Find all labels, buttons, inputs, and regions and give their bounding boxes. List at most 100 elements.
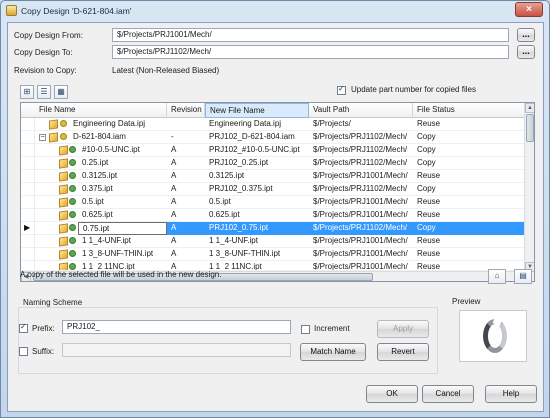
naming-scheme-group (18, 307, 438, 374)
collapse-tree-icon[interactable]: − (39, 134, 46, 141)
vertical-scroll-thumb[interactable] (526, 114, 534, 142)
row-gutter: ▶ (21, 222, 35, 235)
help-button[interactable]: Help (485, 385, 537, 403)
part-icon (59, 249, 68, 260)
ok-button[interactable]: OK (366, 385, 418, 403)
row-gutter (21, 144, 35, 157)
table-row[interactable]: 0.3125.ipt A 0.3125.ipt $/Projects/PRJ1001/… (21, 170, 526, 183)
increment-label: Increment (314, 324, 350, 333)
row-gutter (21, 248, 35, 261)
row-gutter (21, 183, 35, 196)
preview-title: Preview (452, 297, 481, 306)
new-file-name: PRJ102_0.25.ipt (209, 158, 269, 167)
suffix-label: Suffix: (32, 347, 55, 356)
table-row[interactable]: 0.5.ipt A 0.5.ipt $/Projects/PRJ1001/Mech/R… (21, 196, 526, 209)
revision: A (171, 158, 177, 167)
copy-design-from-label: Copy Design From: (14, 31, 83, 40)
revision-to-copy-value: Latest (Non-Released Biased) (112, 66, 220, 75)
file-name: 0.625.ipt (82, 210, 113, 219)
file-status: Reuse (417, 236, 441, 245)
vault-status-icon (69, 263, 76, 270)
vault-status-icon (69, 211, 76, 218)
revision: - (171, 132, 174, 141)
current-row-indicator-icon: ▶ (24, 223, 31, 232)
suffix-checkbox[interactable] (19, 347, 28, 356)
file-status: Copy (417, 184, 436, 193)
table-row-selected[interactable]: ▶ 0.75.ipt A PRJ102_0.75.ipt $/Projects/PRJ1… (21, 222, 526, 235)
increment-checkbox[interactable] (301, 325, 310, 334)
preview-pane (459, 310, 527, 362)
new-file-name: 0.3125.ipt (209, 171, 245, 180)
column-file-name[interactable]: File Name (35, 103, 167, 118)
vault-path: $/Projects/PRJ1102/Mech/ (313, 158, 408, 167)
list-view-icon[interactable]: ☰ (37, 85, 51, 99)
copy-from-browse-button[interactable]: ... (517, 28, 535, 42)
table-row[interactable]: 0.25.ipt A PRJ102_0.25.ipt $/Projects/PRJ11… (21, 157, 526, 170)
update-part-number-checkbox[interactable] (337, 84, 346, 95)
vault-path: $/Projects/PRJ1001/Mech/ (313, 236, 408, 245)
revision: A (171, 197, 177, 206)
row-gutter (21, 235, 35, 248)
details-view-icon[interactable]: ▤ (514, 269, 532, 284)
part-icon (59, 223, 68, 234)
vault-path: $/Projects/PRJ1001/Mech/ (313, 262, 408, 271)
prefix-checkbox[interactable] (19, 322, 28, 333)
title-bar: Copy Design 'D-621-804.iam' × (1, 1, 549, 21)
prefix-field[interactable]: PRJ102_ (62, 320, 291, 334)
new-file-name: 1 1_4-UNF.ipt (209, 236, 258, 245)
suffix-field[interactable] (62, 343, 291, 357)
column-revision[interactable]: Revision (167, 103, 205, 118)
match-name-button[interactable]: Match Name (300, 343, 366, 361)
file-name: Engineering Data.ipj (73, 119, 146, 128)
row-gutter (21, 170, 35, 183)
column-file-status[interactable]: File Status (413, 103, 526, 118)
file-list-grid: File Name Revision New File Name Vault P… (20, 102, 535, 282)
close-icon: × (526, 4, 532, 15)
table-row[interactable]: #10-0.5-UNC.ipt A PRJ102_#10-0.5-UNC.ipt $/… (21, 144, 526, 157)
vault-path: $/Projects/PRJ1102/Mech/ (313, 145, 408, 154)
vault-path: $/Projects/PRJ1001/Mech/ (313, 197, 408, 206)
file-name: 1 1_4-UNF.ipt (82, 236, 131, 245)
vault-app-icon (6, 5, 17, 16)
vault-path: $/Projects/PRJ1102/Mech/ (309, 222, 413, 235)
part-icon (59, 158, 68, 169)
table-row[interactable]: 1 3_8-UNF-THIN.ipt A 1 3_8-UNF-THIN.ipt $/P… (21, 248, 526, 261)
file-name: 1 3_8-UNF-THIN.ipt (82, 249, 154, 258)
new-file-name: 0.5.ipt (209, 197, 231, 206)
revision-to-copy-label: Revision to Copy: (14, 66, 77, 75)
copy-design-from-field[interactable]: $/Projects/PRJ1001/Mech/ (112, 28, 509, 42)
revision (167, 118, 205, 131)
new-file-name: 1 3_8-UNF-THIN.ipt (209, 249, 281, 258)
scroll-up-icon[interactable]: ▲ (525, 103, 534, 113)
table-row[interactable]: − D-621-804.iam - PRJ102_D-621-804.iam $/Pro… (21, 131, 526, 144)
copy-to-browse-button[interactable]: ... (517, 45, 535, 59)
apply-button[interactable]: Apply (377, 320, 429, 338)
revision: A (171, 171, 177, 180)
table-row[interactable]: 1 1_4-UNF.ipt A 1 1_4-UNF.ipt $/Projects/PR… (21, 235, 526, 248)
settings-grid-icon[interactable]: ▦ (54, 85, 68, 99)
table-row[interactable]: 0.625.ipt A 0.625.ipt $/Projects/PRJ1001/Me… (21, 209, 526, 222)
vertical-scrollbar[interactable]: ▲ ▼ (524, 103, 534, 281)
new-file-name: PRJ102_0.75.ipt (205, 222, 309, 235)
file-options-icon[interactable]: ⌂ (488, 269, 506, 284)
file-name: 0.375.ipt (82, 184, 113, 193)
revert-button[interactable]: Revert (377, 343, 429, 361)
revision: A (171, 210, 177, 219)
table-row[interactable]: 0.375.ipt A PRJ102_0.375.ipt $/Projects/PRJ… (21, 183, 526, 196)
copy-design-to-field[interactable]: $/Projects/PRJ1102/Mech/ (112, 45, 509, 59)
assembly-icon (49, 132, 58, 143)
file-name: 0.5.ipt (82, 197, 104, 206)
prefix-label: Prefix: (32, 324, 55, 333)
vault-path: $/Projects/PRJ1102/Mech/ (313, 132, 408, 141)
vault-status-icon (69, 146, 76, 153)
tree-view-icon[interactable]: ⊞ (20, 85, 34, 99)
close-button[interactable]: × (515, 2, 543, 17)
column-new-file-name[interactable]: New File Name (205, 103, 309, 118)
cancel-button[interactable]: Cancel (422, 385, 474, 403)
grid-header: File Name Revision New File Name Vault P… (21, 103, 526, 118)
window-title: Copy Design 'D-621-804.iam' (21, 6, 132, 16)
column-vault-path[interactable]: Vault Path (309, 103, 413, 118)
table-row[interactable]: Engineering Data.ipj Engineering Data.ipj… (21, 118, 526, 131)
revision: A (171, 184, 177, 193)
vault-status-icon (69, 159, 76, 166)
